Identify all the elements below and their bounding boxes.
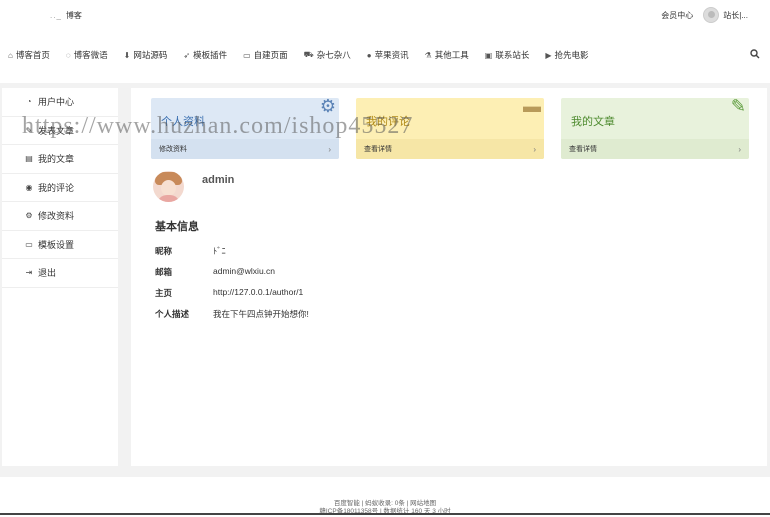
nav-label: 苹果资讯 xyxy=(374,50,409,60)
info-label: 个人描述 xyxy=(155,309,190,319)
sidebar-item-user-center[interactable]: ◔ 用户中心 xyxy=(2,88,118,117)
avatar xyxy=(703,7,720,23)
sidebar-item-label: 用户中心 xyxy=(38,97,75,108)
divider xyxy=(0,513,770,515)
card-comments[interactable]: ▬ 我的评论 查看详情 › xyxy=(356,98,544,159)
cogs-icon: ⚙ xyxy=(25,211,33,221)
info-row-description: 个人描述 我在下午四点钟开始想你! xyxy=(155,308,309,320)
info-label: 主页 xyxy=(155,288,173,298)
card-footer-label: 查看详情 xyxy=(569,146,597,153)
card-footer-label: 查看详情 xyxy=(364,146,392,153)
nav-label: 博客首页 xyxy=(15,50,50,60)
sidebar-item-label: 我的文章 xyxy=(38,154,75,165)
card-title: 我的评论 xyxy=(366,116,410,128)
info-value: admin@wlxiu.cn xyxy=(213,266,276,276)
card-footer-label: 修改资料 xyxy=(159,146,187,153)
user-sidebar: ◔ 用户中心 ✎ 发表文章 ▤ 我的文章 ◉ 我的评论 ⚙ 修改资料 ▭ 模板设置 ⇥ 退出 xyxy=(2,88,118,466)
nav-item-tools[interactable]: ⚗ 其他工具 xyxy=(425,49,469,61)
info-label: 昵称 xyxy=(155,246,173,256)
sidebar-item-label: 发表文章 xyxy=(38,125,75,136)
nav-label: 模板插件 xyxy=(193,50,228,60)
comment-icon: ▬ xyxy=(523,98,541,116)
folder-icon: ▭ xyxy=(243,50,251,60)
download-icon: ⬇ xyxy=(123,50,131,60)
home-icon: ⌂ xyxy=(8,50,13,60)
nav-item-contact[interactable]: ▣ 联系站长 xyxy=(485,49,530,61)
car-icon: ⛟ xyxy=(303,50,314,59)
chevron-right-icon: › xyxy=(328,144,331,154)
nav-item-pages[interactable]: ▭ 自建页面 xyxy=(243,49,288,61)
top-bar: .._ 博客 会员中心 站长|... xyxy=(0,0,770,34)
plane-icon: ➶ xyxy=(183,50,191,60)
chevron-right-icon: › xyxy=(738,144,741,154)
nav-item-plugins[interactable]: ➶ 模板插件 xyxy=(183,49,227,61)
info-row-nickname: 昵称 ﾄﾞﾆ xyxy=(155,245,226,257)
sign-out-icon: ⇥ xyxy=(25,268,33,278)
apple-icon: ● xyxy=(366,50,372,60)
info-value: ﾄﾞﾆ xyxy=(213,246,226,256)
nav-label: 网站源码 xyxy=(133,50,168,60)
info-value[interactable]: http://127.0.0.1/author/1 xyxy=(213,287,303,299)
card-footer-link[interactable]: 查看详情 › xyxy=(356,139,544,159)
video-icon: ▶ xyxy=(545,50,552,60)
nav-label: 自建页面 xyxy=(253,50,288,60)
info-label: 邮箱 xyxy=(155,267,173,277)
nav-item-misc[interactable]: ⛟ 杂七杂八 xyxy=(304,49,351,61)
user-menu[interactable]: 站长|... xyxy=(703,7,748,23)
card-footer-link[interactable]: 查看详情 › xyxy=(561,139,749,159)
card-title: 个人资料 xyxy=(161,116,205,128)
sidebar-item-my-articles[interactable]: ▤ 我的文章 xyxy=(2,145,118,174)
monitor-icon: ▭ xyxy=(25,239,33,249)
site-brand[interactable]: .._ 博客 xyxy=(50,10,82,21)
card-title: 我的文章 xyxy=(571,116,615,128)
info-row-homepage: 主页 http://127.0.0.1/author/1 xyxy=(155,287,303,299)
info-value: 我在下午四点钟开始想你! xyxy=(213,309,309,319)
pen-icon: ✎ xyxy=(730,98,746,116)
dashboard-icon: ◔ xyxy=(26,97,32,107)
card-footer-link[interactable]: 修改资料 › xyxy=(151,139,339,159)
brand-mark: .._ xyxy=(50,11,62,20)
profile-name: admin xyxy=(202,174,235,186)
sidebar-item-label: 修改资料 xyxy=(38,211,75,222)
sidebar-item-logout[interactable]: ⇥ 退出 xyxy=(2,259,118,288)
nav-label: 抢先电影 xyxy=(554,50,589,60)
brand-name: 博客 xyxy=(65,11,82,20)
user-name: 站长|... xyxy=(723,10,748,20)
nav-label: 杂七杂八 xyxy=(316,50,351,60)
edit-icon: ✎ xyxy=(25,125,33,135)
sidebar-item-template-settings[interactable]: ▭ 模板设置 xyxy=(2,231,118,259)
sidebar-item-label: 模板设置 xyxy=(38,239,75,250)
cogs-icon: ⚙ xyxy=(319,98,336,116)
chevron-right-icon: › xyxy=(533,144,536,154)
sidebar-item-edit-profile[interactable]: ⚙ 修改资料 xyxy=(2,202,118,231)
member-center-link[interactable]: 会员中心 xyxy=(661,10,693,21)
sidebar-item-post-article[interactable]: ✎ 发表文章 xyxy=(2,117,118,145)
section-title: 基本信息 xyxy=(155,221,199,233)
nav-item-source[interactable]: ⬇ 网站源码 xyxy=(124,49,168,61)
main-nav: ⌂ 博客首页 ◌ 博客微语 ⬇ 网站源码 ➶ 模板插件 ▭ 自建页面 ⛟ 杂七杂八 ● 苹果资… xyxy=(0,40,770,70)
comments-icon: ◉ xyxy=(25,182,33,192)
chat-icon: ◌ xyxy=(65,50,71,60)
flask-icon: ⚗ xyxy=(424,50,432,60)
nav-item-apple[interactable]: ● 苹果资讯 xyxy=(367,49,409,61)
sidebar-item-label: 我的评论 xyxy=(38,182,75,193)
sidebar-item-my-comments[interactable]: ◉ 我的评论 xyxy=(2,174,118,202)
nav-label: 博客微语 xyxy=(73,50,108,60)
nav-label: 其他工具 xyxy=(434,50,469,60)
sidebar-item-label: 退出 xyxy=(38,268,57,279)
search-icon[interactable] xyxy=(750,49,760,62)
profile-content: ⚙ 个人资料 修改资料 › ▬ 我的评论 查看详情 › ✎ 我的文章 查看详情 › a… xyxy=(131,88,767,466)
user-links: 会员中心 站长|... xyxy=(661,7,748,23)
avatar xyxy=(153,171,184,202)
nav-item-home[interactable]: ⌂ 博客首页 xyxy=(8,49,50,61)
document-icon: ▤ xyxy=(25,154,33,164)
nav-item-movies[interactable]: ▶ 抢先电影 xyxy=(545,49,588,61)
info-row-email: 邮箱 admin@wlxiu.cn xyxy=(155,266,275,278)
nav-label: 联系站长 xyxy=(495,50,530,60)
nav-item-microblog[interactable]: ◌ 博客微语 xyxy=(66,49,108,61)
card-profile[interactable]: ⚙ 个人资料 修改资料 › xyxy=(151,98,339,159)
footer-links[interactable]: 百度智能 | 蚂蚁收录: 0条 | 网站地图 xyxy=(0,500,770,508)
card-articles[interactable]: ✎ 我的文章 查看详情 › xyxy=(561,98,749,159)
contact-card-icon: ▣ xyxy=(484,50,493,60)
